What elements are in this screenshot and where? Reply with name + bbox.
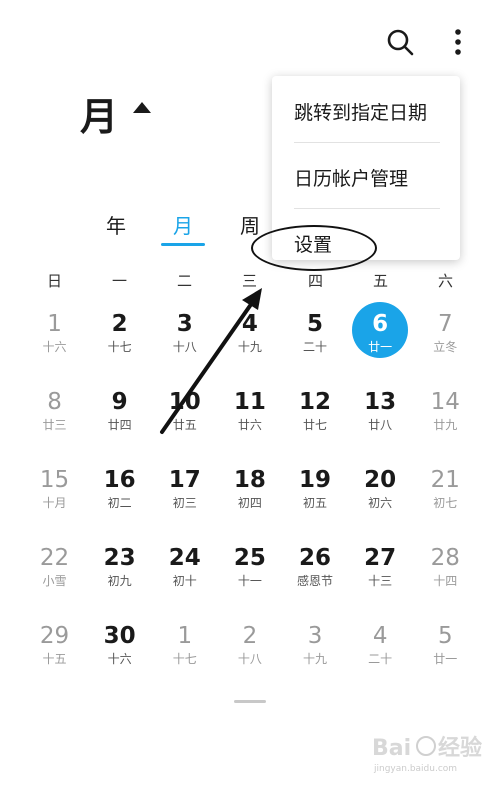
lunar-date: 初十 [172, 574, 197, 588]
calendar-day[interactable]: 12 廿七 [283, 381, 348, 459]
weekday-label: 五 [372, 272, 388, 290]
lunar-date: 十六 [42, 340, 67, 354]
dropdown-caret-icon[interactable] [133, 102, 151, 113]
calendar-day[interactable]: 1 十七 [152, 615, 217, 693]
lunar-date: 十月 [42, 496, 67, 510]
calendar-day[interactable]: 15 十月 [22, 459, 87, 537]
calendar-day[interactable]: 2 十八 [217, 615, 282, 693]
calendar-day[interactable]: 22 小雪 [22, 537, 87, 615]
lunar-date: 初七 [433, 496, 458, 510]
lunar-date: 十三 [368, 574, 393, 588]
calendar-day[interactable]: 24 初十 [152, 537, 217, 615]
annotation-arrow [160, 288, 262, 434]
lunar-date: 廿七 [303, 418, 328, 432]
lunar-date: 初二 [107, 496, 132, 510]
calendar-day[interactable]: 23 初九 [87, 537, 152, 615]
lunar-date: 初六 [368, 496, 393, 510]
lunar-date: 初三 [172, 496, 197, 510]
weekday-label: 四 [307, 272, 323, 290]
menu-item-jump-to-date[interactable]: 跳转到指定日期 [294, 98, 427, 125]
lunar-date: 廿一 [368, 340, 393, 354]
calendar-day[interactable]: 30 十六 [87, 615, 152, 693]
calendar-day[interactable]: 9 廿四 [87, 381, 152, 459]
calendar-day[interactable]: 5 廿一 [413, 615, 478, 693]
lunar-date: 感恩节 [297, 574, 334, 588]
calendar-day[interactable]: 8 廿三 [22, 381, 87, 459]
weekday-label: 一 [111, 272, 127, 290]
tab-month[interactable]: 月 [163, 210, 203, 239]
weekday-label: 六 [437, 272, 453, 290]
calendar-day-today[interactable]: 6 廿一 [348, 302, 413, 381]
lunar-date: 廿四 [107, 418, 132, 432]
lunar-date: 二十 [368, 652, 393, 666]
lunar-date: 廿八 [368, 418, 393, 432]
lunar-date: 初九 [107, 574, 132, 588]
svg-text:经验: 经验 [438, 735, 482, 761]
menu-divider [294, 208, 440, 209]
calendar-day[interactable]: 28 十四 [413, 537, 478, 615]
calendar-day[interactable]: 4 二十 [348, 615, 413, 693]
calendar-day[interactable]: 18 初四 [217, 459, 282, 537]
calendar-day[interactable]: 2 十七 [87, 303, 152, 381]
calendar-day[interactable]: 1 十六 [22, 303, 87, 381]
lunar-date: 二十 [303, 340, 328, 354]
lunar-date: 立冬 [433, 340, 458, 354]
lunar-date: 十九 [303, 652, 328, 666]
lunar-date: 初五 [303, 496, 328, 510]
calendar-week-row: 22 小雪 23 初九 24 初十 25 十一 26 感恩节 27 十三 28 十四 [22, 537, 478, 615]
drag-handle[interactable] [234, 700, 266, 703]
tab-year[interactable]: 年 [96, 210, 136, 239]
calendar-day[interactable]: 20 初六 [348, 459, 413, 537]
lunar-date: 十六 [107, 652, 132, 666]
calendar-day[interactable]: 17 初三 [152, 459, 217, 537]
lunar-date: 十八 [237, 652, 262, 666]
calendar-day[interactable]: 16 初二 [87, 459, 152, 537]
lunar-date: 廿三 [42, 418, 67, 432]
lunar-date: 十四 [433, 574, 458, 588]
lunar-date: 小雪 [42, 574, 67, 588]
active-tab-indicator [161, 243, 205, 246]
lunar-date: 十七 [172, 652, 197, 666]
calendar-day[interactable]: 19 初五 [283, 459, 348, 537]
calendar-day[interactable]: 13 廿八 [348, 381, 413, 459]
weekday-label: 日 [46, 272, 62, 290]
search-button[interactable] [384, 26, 416, 58]
svg-text:jingyan.baidu.com: jingyan.baidu.com [373, 764, 457, 774]
calendar-day[interactable]: 21 初七 [413, 459, 478, 537]
more-options-button[interactable] [448, 26, 468, 58]
calendar-week-row: 15 十月 16 初二 17 初三 18 初四 19 初五 20 初六 21 初七 [22, 459, 478, 537]
calendar-day[interactable]: 3 十九 [283, 615, 348, 693]
search-icon [387, 29, 414, 56]
calendar-day[interactable]: 27 十三 [348, 537, 413, 615]
lunar-date: 十七 [107, 340, 132, 354]
calendar-day[interactable]: 29 十五 [22, 615, 87, 693]
menu-item-account-management[interactable]: 日历帐户管理 [294, 164, 408, 191]
baidu-jingyan-watermark: Bai 经验 jingyan.baidu.com [372, 735, 482, 774]
lunar-date: 廿一 [433, 652, 458, 666]
view-mode-title[interactable]: 月 [80, 86, 118, 141]
calendar-day[interactable]: 26 感恩节 [283, 537, 348, 615]
svg-text:Bai: Bai [372, 736, 411, 761]
calendar-day[interactable]: 7 立冬 [413, 303, 478, 381]
menu-divider [294, 142, 440, 143]
lunar-date: 十一 [237, 574, 262, 588]
calendar-week-row: 29 十五 30 十六 1 十七 2 十八 3 十九 4 二十 5 廿一 [22, 615, 478, 693]
calendar-day[interactable]: 5 二十 [283, 303, 348, 381]
lunar-date: 廿九 [433, 418, 458, 432]
annotation-ellipse [251, 225, 377, 271]
calendar-day[interactable]: 14 廿九 [413, 381, 478, 459]
calendar-day[interactable]: 25 十一 [217, 537, 282, 615]
lunar-date: 初四 [237, 496, 262, 510]
lunar-date: 十五 [42, 652, 67, 666]
more-vert-icon [455, 29, 461, 55]
